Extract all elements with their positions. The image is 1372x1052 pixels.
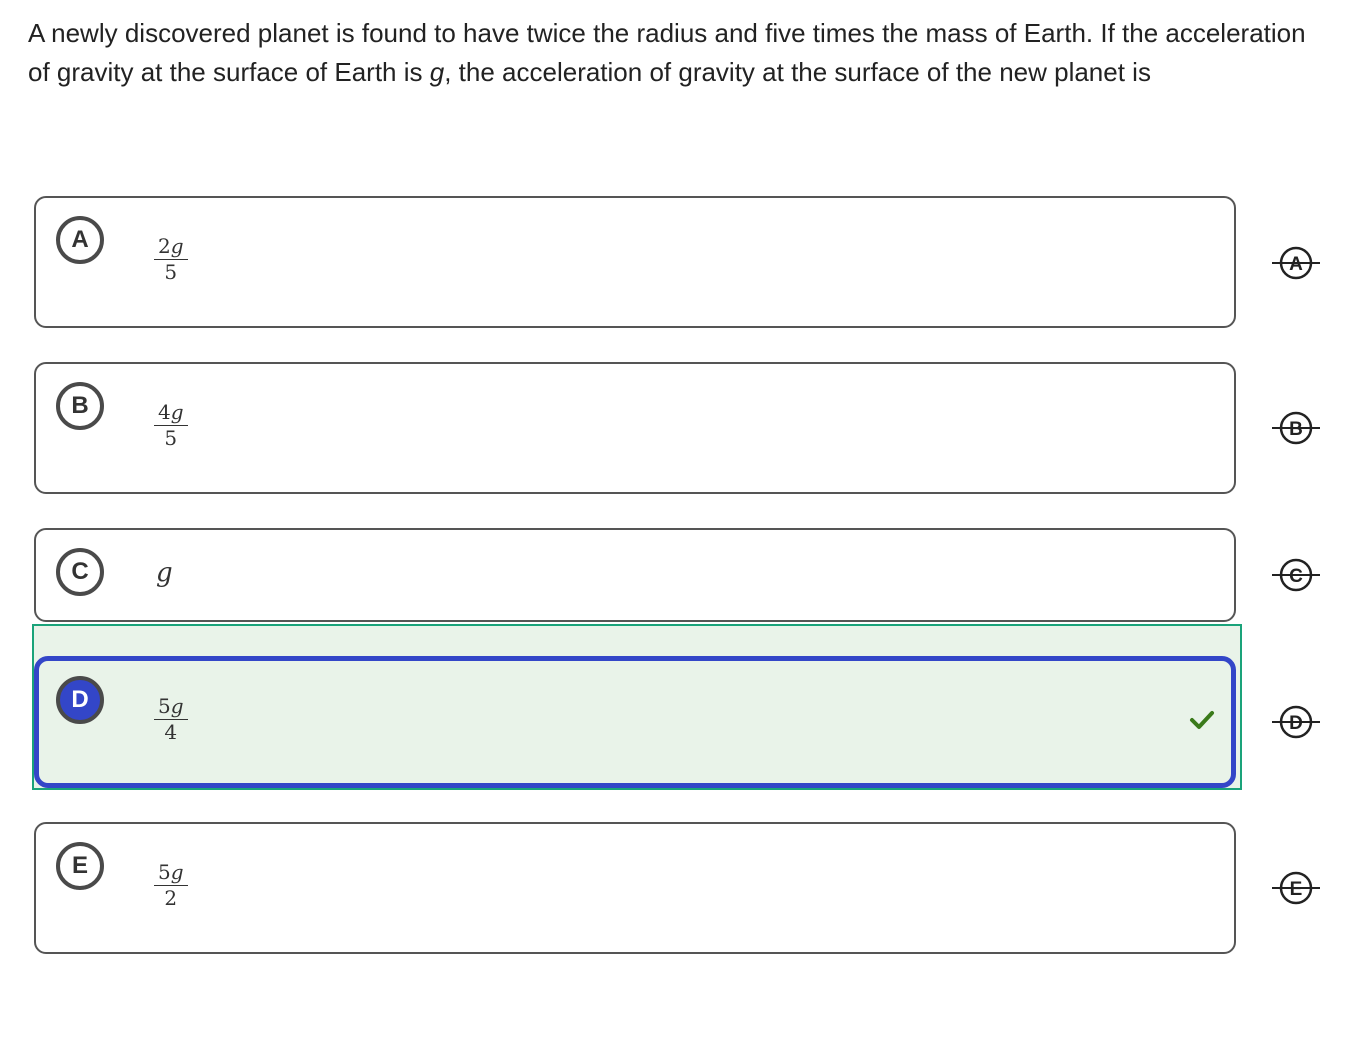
choice-letter-c: C [56,548,104,596]
choice-letter-a: A [56,216,104,264]
choice-a-fraction: 2g 5 [154,234,188,284]
checkmark-icon [1190,711,1214,729]
choice-e[interactable]: E 5g 2 [34,822,1236,954]
choice-a[interactable]: A 2g 5 [34,196,1236,328]
choice-c[interactable]: C g [34,528,1236,622]
numerator-var: g [170,694,184,718]
choice-b-fraction: 4g 5 [154,400,188,450]
choice-letter-e: E [56,842,104,890]
strike-letter-d: D [1289,713,1303,734]
denominator: 2 [164,886,178,910]
strikethrough-letter-icon: B [1272,411,1320,445]
choice-letter-d: D [56,676,104,724]
choice-b[interactable]: B 4g 5 [34,362,1236,494]
strike-choice-d-button[interactable]: D [1272,702,1322,742]
choice-e-fraction: 5g 2 [154,860,188,910]
denominator: 5 [164,260,178,284]
denominator: 5 [164,426,178,450]
strike-letter-a: A [1289,254,1303,275]
strike-letter-b: B [1289,419,1303,440]
strikethrough-letter-icon: C [1272,558,1320,592]
question-variable: g [429,57,445,87]
numerator-coef: 5 [158,694,171,718]
numerator-var: g [170,860,184,884]
question-part-2: , the acceleration of gravity at the sur… [444,57,1151,87]
strike-choice-c-button[interactable]: C [1272,555,1322,595]
strike-choice-e-button[interactable]: E [1272,868,1322,908]
strike-letter-c: C [1289,566,1303,587]
numerator-coef: 2 [158,234,171,258]
choice-d[interactable]: D 5g 4 [34,656,1236,788]
numerator-coef: 5 [158,860,171,884]
numerator-var: g [170,400,184,424]
choice-c-value: g [156,558,173,588]
strike-letter-e: E [1290,879,1303,900]
question-text: A newly discovered planet is found to ha… [28,14,1318,92]
strikethrough-letter-icon: E [1272,871,1320,905]
choice-d-fraction: 5g 4 [154,694,188,744]
strikethrough-letter-icon: A [1272,246,1320,280]
numerator-coef: 4 [158,400,171,424]
choice-letter-b: B [56,382,104,430]
strike-choice-b-button[interactable]: B [1272,408,1322,448]
numerator-var: g [170,234,184,258]
denominator: 4 [164,720,178,744]
strikethrough-letter-icon: D [1272,705,1320,739]
strike-choice-a-button[interactable]: A [1272,243,1322,283]
